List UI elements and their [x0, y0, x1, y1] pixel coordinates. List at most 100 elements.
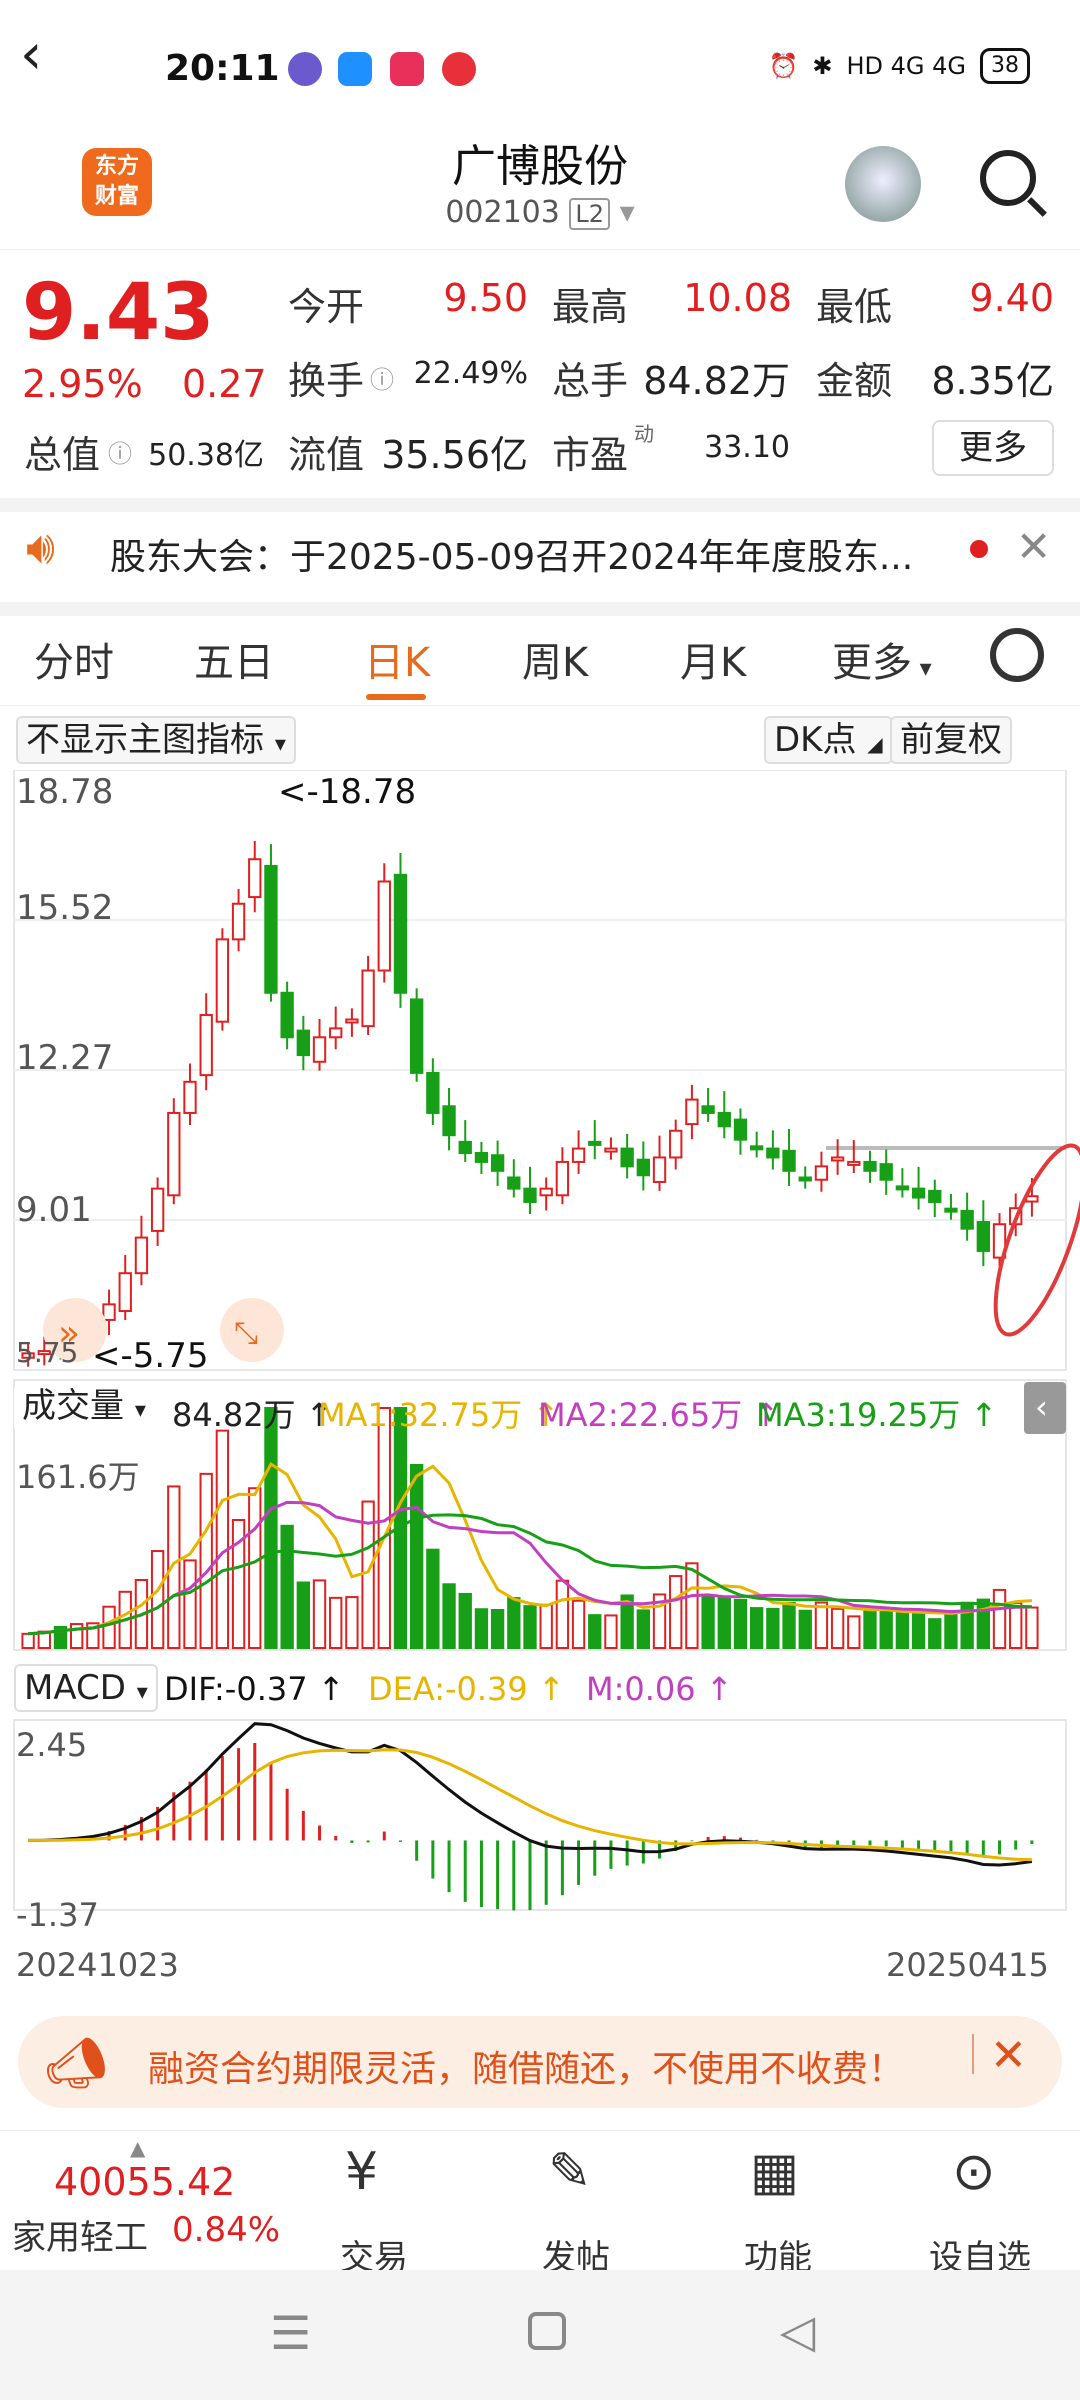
music-app-icon: [390, 52, 424, 86]
close-icon[interactable]: ✕: [1016, 522, 1051, 571]
volume-bar: [1025, 1606, 1039, 1649]
main-indicator-select[interactable]: 不显示主图指标 ▾: [16, 716, 296, 764]
change-percent: 2.95%: [22, 362, 143, 406]
open-label: 今开: [288, 285, 365, 329]
macd-indicator-label: MACD: [24, 1668, 126, 1708]
volume-bar: [555, 1579, 570, 1649]
notice-text[interactable]: 股东大会：于2025-05-09召开2024年年度股东...: [110, 528, 913, 580]
close-icon[interactable]: ✕: [990, 2030, 1027, 2081]
index-name[interactable]: 家用轻工: [12, 2210, 148, 2259]
network-indicator: HD 4G 4G: [846, 52, 966, 80]
tab-more[interactable]: 更多 ▾: [832, 630, 932, 688]
candle: [490, 1154, 505, 1172]
tab-five-day[interactable]: 五日: [194, 630, 274, 688]
app-notification-icon: [442, 52, 476, 86]
candle: [604, 1147, 618, 1153]
home-icon[interactable]: [528, 2312, 566, 2350]
max-price-label: <-18.78: [278, 772, 417, 812]
candle: [410, 998, 424, 1074]
tab-daily-k[interactable]: 日K: [364, 630, 430, 688]
volume-bar: [571, 1599, 586, 1649]
index-value[interactable]: 40055.42: [54, 2160, 235, 2204]
back-nav-icon[interactable]: ◁: [780, 2304, 815, 2358]
level-badge: L2: [569, 198, 611, 230]
trade-icon[interactable]: ¥: [345, 2142, 378, 2202]
assistant-avatar[interactable]: [845, 146, 921, 222]
macd-indicator-select[interactable]: MACD ▾: [14, 1664, 158, 1712]
search-icon[interactable]: [980, 150, 1036, 206]
volume-bar: [911, 1611, 926, 1650]
y-tick-label: 5.75: [16, 1336, 79, 1369]
back-icon[interactable]: ‹: [20, 22, 42, 87]
menu-icon[interactable]: ☰: [270, 2306, 311, 2360]
float-label: 流值: [288, 433, 365, 477]
promo-text[interactable]: 融资合约期限灵活，随借随还，不使用不收费！: [148, 2040, 904, 2092]
adjust-button[interactable]: 前复权: [890, 716, 1012, 764]
candle: [669, 1129, 683, 1159]
info-icon[interactable]: ⓘ: [370, 360, 394, 395]
more-button[interactable]: 更多: [932, 420, 1054, 476]
corner-arrow-icon: ◢: [867, 732, 883, 756]
grid-apps-icon[interactable]: ▦: [750, 2142, 799, 2202]
chevron-down-icon: ▾: [134, 1398, 146, 1423]
tab-intraday[interactable]: 分时: [34, 630, 114, 688]
alarm-icon: ⏰: [768, 52, 799, 80]
ma2-value: MA2:22.65万: [538, 1396, 743, 1434]
candle: [652, 1156, 667, 1183]
volume-bar: [847, 1615, 861, 1650]
dea-label: DEA:-0.39 ↑: [368, 1670, 565, 1708]
post-edit-icon[interactable]: ✎: [548, 2142, 592, 2202]
candle: [976, 1221, 991, 1252]
volume-bar: [312, 1579, 327, 1650]
volume-bar: [1009, 1601, 1023, 1649]
tab-more-label: 更多: [832, 640, 912, 686]
volume-label: 总手: [552, 359, 629, 403]
candle: [636, 1158, 651, 1177]
chevron-up-icon: ▲: [130, 2136, 146, 2160]
volume-bar: [879, 1609, 893, 1650]
candle: [442, 1105, 456, 1137]
candle: [458, 1140, 472, 1155]
candle: [296, 1029, 310, 1057]
stock-code-row[interactable]: 002103 L2 ▾: [0, 195, 1080, 230]
volume-bar: [21, 1632, 35, 1650]
amount-label: 金额: [816, 359, 893, 403]
turnover-value: 22.49%: [413, 356, 528, 391]
chevron-down-icon: ▾: [274, 732, 286, 757]
pe-value: 33.10: [704, 430, 790, 465]
ma3-value: MA3:19.25万: [756, 1396, 961, 1434]
dif-value: DIF:-0.37: [164, 1670, 308, 1708]
volume-bar: [814, 1601, 829, 1649]
more-dots-icon[interactable]: ⊙: [952, 2142, 996, 2202]
m-value: M:0.06: [586, 1670, 696, 1708]
clock: 20:11: [165, 48, 280, 89]
volume-indicator-select[interactable]: 成交量 ▾: [14, 1384, 154, 1432]
volume-bar: [539, 1603, 553, 1649]
y-tick-label: 18.78: [16, 772, 114, 812]
volume-bar: [588, 1614, 602, 1650]
candle: [944, 1207, 958, 1213]
volume-bar: [863, 1609, 877, 1649]
volume-bar: [442, 1583, 456, 1650]
candle: [280, 991, 294, 1039]
volume-indicator-label: 成交量: [22, 1386, 124, 1426]
volume-value-text: 84.82万: [172, 1396, 296, 1434]
app-notification-icon: [338, 52, 372, 86]
up-arrow-icon: ↑: [307, 1670, 345, 1708]
settings-gear-icon[interactable]: [990, 628, 1044, 682]
candle: [555, 1160, 570, 1197]
volume-value: 84.82万: [643, 359, 790, 403]
volume-bar: [733, 1598, 748, 1649]
tab-monthly-k[interactable]: 月K: [680, 630, 746, 688]
divider: [0, 602, 1080, 616]
high-label: 最高: [552, 285, 629, 329]
volume-bar: [458, 1592, 472, 1649]
tab-weekly-k[interactable]: 周K: [522, 630, 588, 688]
info-icon[interactable]: ⓘ: [108, 434, 132, 469]
chevron-down-icon: ▾: [912, 654, 932, 682]
volume-max-label: 161.6万: [16, 1458, 140, 1496]
battery-indicator: 38: [980, 48, 1030, 84]
candle: [733, 1118, 748, 1141]
candle: [571, 1147, 586, 1163]
dk-point-button[interactable]: DK点 ◢: [764, 716, 893, 764]
